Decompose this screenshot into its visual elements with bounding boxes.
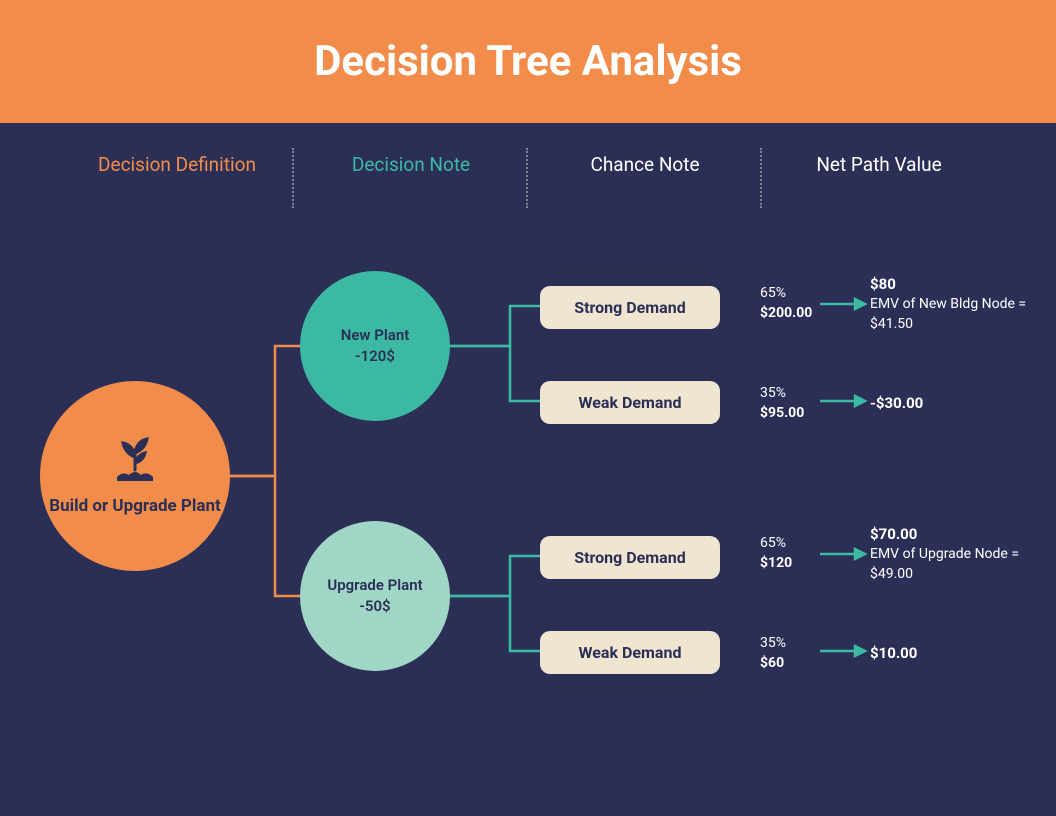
net-value-1: $80 EMV of New Bldg Node = $41.50 bbox=[870, 274, 1056, 334]
chance-value-4: 35% $60 bbox=[760, 634, 786, 673]
payoff: $95.00 bbox=[760, 405, 804, 421]
legend-chance-note: Chance Note bbox=[528, 153, 762, 176]
chance-value-1: 65% $200.00 bbox=[760, 284, 812, 323]
legend-decision-note: Decision Note bbox=[294, 153, 528, 176]
decision-new-plant: New Plant -120$ bbox=[300, 271, 450, 421]
chance-strong-demand-1: Strong Demand bbox=[540, 286, 720, 329]
decision-name: New Plant bbox=[341, 325, 409, 346]
decision-upgrade-plant: Upgrade Plant -50$ bbox=[300, 521, 450, 671]
net-value-4: $10.00 bbox=[870, 643, 917, 664]
net-main: $80 bbox=[870, 274, 1056, 295]
net-main: $10.00 bbox=[870, 643, 917, 664]
plant-icon bbox=[105, 435, 165, 485]
probability: 35% bbox=[760, 634, 786, 654]
legend-row: Decision Definition Decision Note Chance… bbox=[0, 123, 1056, 186]
net-sub: EMV of New Bldg Node = $41.50 bbox=[870, 295, 1056, 334]
decision-name: Upgrade Plant bbox=[327, 575, 422, 596]
net-main: $70.00 bbox=[870, 524, 1056, 545]
decision-cost: -50$ bbox=[359, 596, 390, 617]
root-node: Build or Upgrade Plant bbox=[40, 381, 230, 571]
root-label: Build or Upgrade Plant bbox=[49, 495, 221, 517]
decision-tree: Build or Upgrade Plant New Plant -120$ U… bbox=[0, 186, 1056, 756]
page-title: Decision Tree Analysis bbox=[314, 37, 742, 86]
chance-value-3: 65% $120 bbox=[760, 534, 792, 573]
header: Decision Tree Analysis bbox=[0, 0, 1056, 123]
net-value-3: $70.00 EMV of Upgrade Node = $49.00 bbox=[870, 524, 1056, 584]
net-value-2: -$30.00 bbox=[870, 393, 923, 414]
legend-net-path-value: Net Path Value bbox=[762, 153, 996, 176]
probability: 65% bbox=[760, 284, 812, 304]
payoff: $60 bbox=[760, 655, 784, 671]
payoff: $120 bbox=[760, 555, 792, 571]
chance-strong-demand-2: Strong Demand bbox=[540, 536, 720, 579]
decision-cost: -120$ bbox=[355, 346, 395, 367]
legend-decision-definition: Decision Definition bbox=[60, 153, 294, 176]
probability: 65% bbox=[760, 534, 792, 554]
probability: 35% bbox=[760, 384, 804, 404]
net-main: -$30.00 bbox=[870, 393, 923, 414]
chance-value-2: 35% $95.00 bbox=[760, 384, 804, 423]
payoff: $200.00 bbox=[760, 305, 812, 321]
net-sub: EMV of Upgrade Node = $49.00 bbox=[870, 545, 1056, 584]
chance-weak-demand-1: Weak Demand bbox=[540, 381, 720, 424]
chance-weak-demand-2: Weak Demand bbox=[540, 631, 720, 674]
